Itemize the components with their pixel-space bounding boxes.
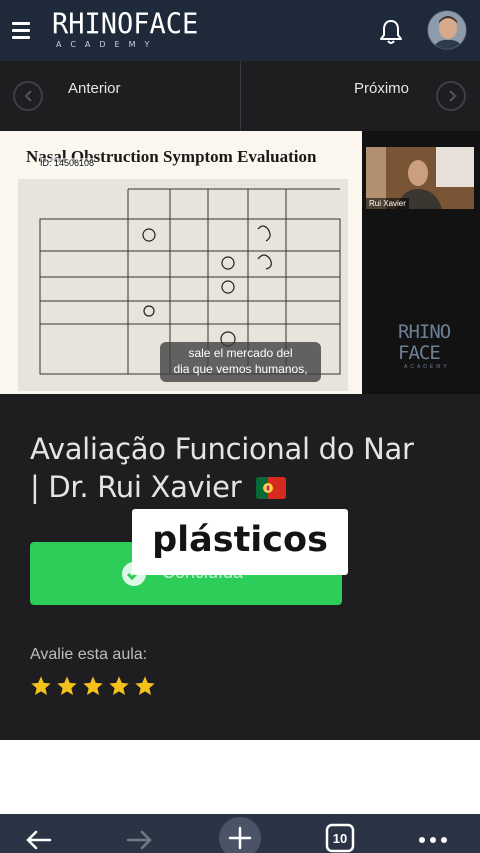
lesson-navigation: Anterior Próximo xyxy=(0,61,480,131)
logo-subtext: ACADEMY xyxy=(56,40,159,49)
previous-label: Anterior xyxy=(68,80,121,97)
bell-icon[interactable] xyxy=(378,18,404,46)
lesson-title-line1: Avaliação Funcional do Nar xyxy=(30,432,414,466)
more-dots-icon[interactable] xyxy=(416,814,450,853)
watermark-line2: FACE xyxy=(398,342,441,364)
star-icon[interactable] xyxy=(108,675,130,697)
video-player[interactable]: Nasal Obstruction Symptom Evaluation ID:… xyxy=(0,131,480,394)
watermark-sub: ACADEMY xyxy=(404,364,450,370)
star-icon[interactable] xyxy=(56,675,78,697)
tabs-icon[interactable]: 10 xyxy=(325,814,355,853)
previous-lesson-button[interactable]: Anterior xyxy=(0,61,240,131)
lesson-title-line2: | Dr. Rui Xavier xyxy=(30,470,242,504)
logo-text: RHINOFACE xyxy=(52,8,199,41)
star-rating[interactable] xyxy=(30,675,160,697)
subtitle-line2: dia que vemos humanos, xyxy=(173,362,308,376)
portugal-flag-icon xyxy=(256,470,287,508)
arrow-right-icon[interactable] xyxy=(122,814,156,853)
watermark-line1: RHINO xyxy=(398,321,451,343)
rating-label: Avalie esta aula: xyxy=(30,646,148,663)
rhinoface-logo[interactable]: RHINOFACE ACADEMY xyxy=(52,8,212,52)
browser-toolbar: 10 xyxy=(0,814,480,853)
lesson-panel: Avaliação Funcional do Nar | Dr. Rui Xav… xyxy=(0,394,480,740)
star-icon[interactable] xyxy=(82,675,104,697)
speaker-webcam: Rui Xavier xyxy=(366,147,474,209)
arrow-left-icon[interactable] xyxy=(22,814,56,853)
video-subtitle: sale el mercado del dia que vemos humano… xyxy=(160,342,321,382)
tab-count: 10 xyxy=(332,831,348,846)
plus-icon[interactable] xyxy=(218,814,262,853)
hamburger-menu-icon[interactable] xyxy=(12,22,32,40)
lesson-title: Avaliação Funcional do Nar | Dr. Rui Xav… xyxy=(30,430,450,508)
chevron-left-icon xyxy=(13,81,43,111)
star-icon[interactable] xyxy=(134,675,156,697)
subtitle-line1: sale el mercado del xyxy=(188,346,293,360)
next-lesson-button[interactable]: Próximo xyxy=(241,61,480,131)
overlay-caption-word: plásticos xyxy=(132,509,348,575)
video-watermark-logo: RHINO FACE ACADEMY xyxy=(398,321,451,376)
star-icon[interactable] xyxy=(30,675,52,697)
slide-id: ID: 14506108 xyxy=(40,158,95,168)
app-header: RHINOFACE ACADEMY xyxy=(0,0,480,61)
next-label: Próximo xyxy=(354,80,410,97)
chevron-right-icon xyxy=(436,81,466,111)
speaker-name: Rui Xavier xyxy=(366,198,409,209)
user-avatar[interactable] xyxy=(427,10,467,50)
